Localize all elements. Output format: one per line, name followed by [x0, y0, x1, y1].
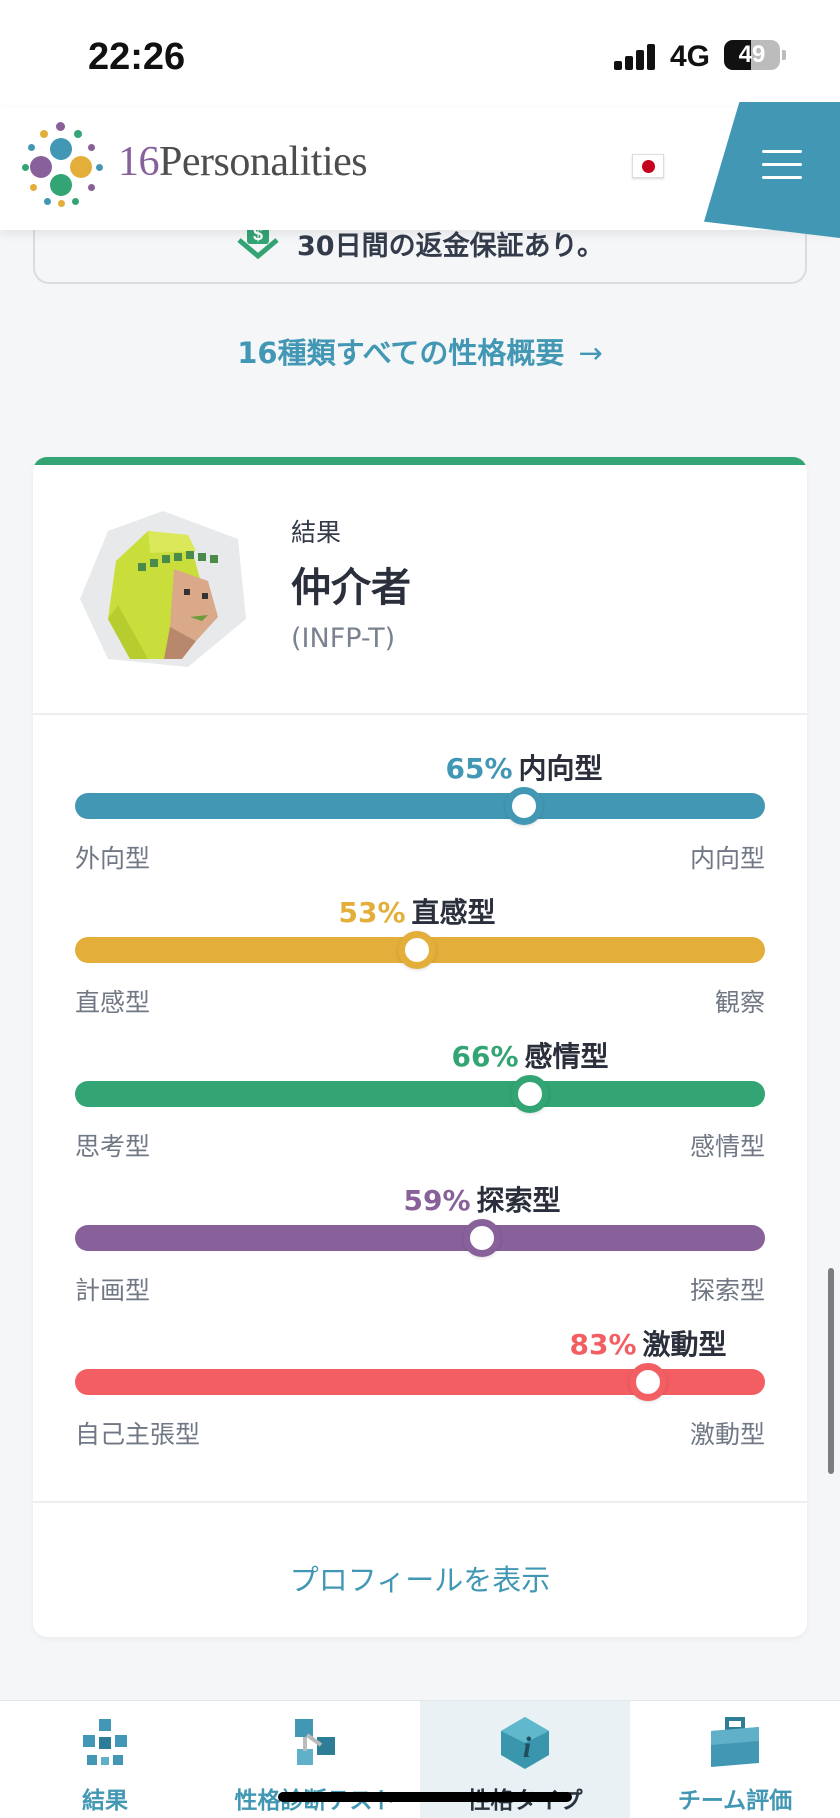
cellular-signal-icon [614, 44, 658, 70]
logo-word: Personalities [159, 139, 368, 185]
view-profile-link[interactable]: プロフィールを表示 [33, 1557, 807, 1599]
trait-percent: 65% [445, 752, 513, 785]
nav-label: チーム評価 [677, 1788, 793, 1814]
trait-heading: 65% 内向型 [445, 747, 602, 787]
trait-indicator [629, 1363, 667, 1401]
network-type: 4G [670, 40, 711, 73]
trait-right-pole: 内向型 [689, 844, 765, 873]
trait-left-pole: 直感型 [75, 988, 151, 1017]
trait-left-pole: 思考型 [75, 1132, 151, 1161]
japan-flag-icon[interactable] [632, 154, 664, 178]
result-type-code: (INFP-T) [291, 623, 396, 654]
battery-level: 49 [738, 41, 766, 68]
logo-icon[interactable] [22, 122, 108, 208]
result-label: 結果 [291, 518, 342, 547]
trait-name: 直感型 [411, 896, 496, 929]
trait-bar [75, 1075, 765, 1113]
test-cubes-icon [295, 1719, 335, 1765]
trait-row: 59% 探索型 計画型 探索型 [75, 1179, 765, 1319]
battery-cap [782, 50, 786, 60]
info-icon: i [501, 1717, 549, 1769]
trait-right-pole: 探索型 [689, 1276, 765, 1305]
trait-row: 65% 内向型 外向型 内向型 [75, 747, 765, 887]
site-header: 16Personalities [0, 102, 840, 238]
trait-heading: 66% 感情型 [451, 1035, 608, 1075]
card-divider [33, 1501, 807, 1503]
trait-name: 激動型 [642, 1328, 727, 1361]
status-time: 22:26 [88, 36, 186, 78]
trait-bar [75, 1219, 765, 1257]
trait-row: 66% 感情型 思考型 感情型 [75, 1035, 765, 1175]
trait-left-pole: 外向型 [75, 844, 151, 873]
molecule-icon [83, 1719, 127, 1765]
trait-name: 内向型 [518, 752, 603, 785]
trait-indicator [505, 787, 543, 825]
home-indicator [278, 1792, 572, 1802]
trait-name: 感情型 [524, 1040, 609, 1073]
trait-percent: 59% [403, 1184, 471, 1217]
nav-results[interactable]: 結果 [0, 1701, 210, 1818]
trait-indicator [463, 1219, 501, 1257]
scrollbar[interactable] [828, 1268, 834, 1474]
trait-row: 53% 直感型 直感型 観察 [75, 891, 765, 1031]
trait-left-pole: 計画型 [75, 1276, 151, 1305]
trait-right-pole: 観察 [714, 988, 765, 1017]
trait-right-pole: 感情型 [689, 1132, 765, 1161]
trait-bar [75, 931, 765, 969]
trait-percent: 66% [451, 1040, 519, 1073]
status-bar: 22:26 4G 49 [0, 0, 840, 108]
trait-bar [75, 1363, 765, 1401]
trait-heading: 53% 直感型 [338, 891, 495, 931]
trait-percent: 53% [338, 896, 406, 929]
result-card: 結果 仲介者 (INFP-T) 65% 内向型 外向型 内向型 53% 直感型 直感型 観察 6… [33, 457, 807, 1637]
trait-row: 83% 激動型 自己主張型 激動型 [75, 1323, 765, 1463]
arrow-right-icon: → [578, 336, 603, 370]
trait-heading: 83% 激動型 [569, 1323, 726, 1363]
nav-team-assessment[interactable]: チーム評価 [630, 1701, 840, 1818]
trait-percent: 83% [569, 1328, 637, 1361]
trait-bar [75, 787, 765, 825]
trait-name: 探索型 [476, 1184, 561, 1217]
nav-label: 結果 [82, 1788, 128, 1814]
trait-left-pole: 自己主張型 [75, 1420, 201, 1449]
briefcase-icon [711, 1717, 759, 1767]
logo-wordmark[interactable]: 16Personalities [118, 138, 368, 186]
logo-number: 16 [118, 139, 160, 185]
trait-indicator [398, 931, 436, 969]
trait-indicator [511, 1075, 549, 1113]
svg-text:i: i [523, 1731, 532, 1764]
hamburger-icon[interactable] [762, 150, 802, 180]
overview-link-label: 16種類すべての性格概要 [237, 336, 565, 370]
mediator-avatar-icon [80, 511, 246, 667]
trait-right-pole: 激動型 [689, 1420, 765, 1449]
result-type-name: 仲介者 [291, 565, 411, 611]
all-types-overview-link[interactable]: 16種類すべての性格概要 → [0, 330, 840, 372]
card-accent-bar [33, 457, 807, 465]
battery-icon: 49 [724, 40, 780, 70]
card-divider [33, 713, 807, 715]
trait-heading: 59% 探索型 [403, 1179, 560, 1219]
